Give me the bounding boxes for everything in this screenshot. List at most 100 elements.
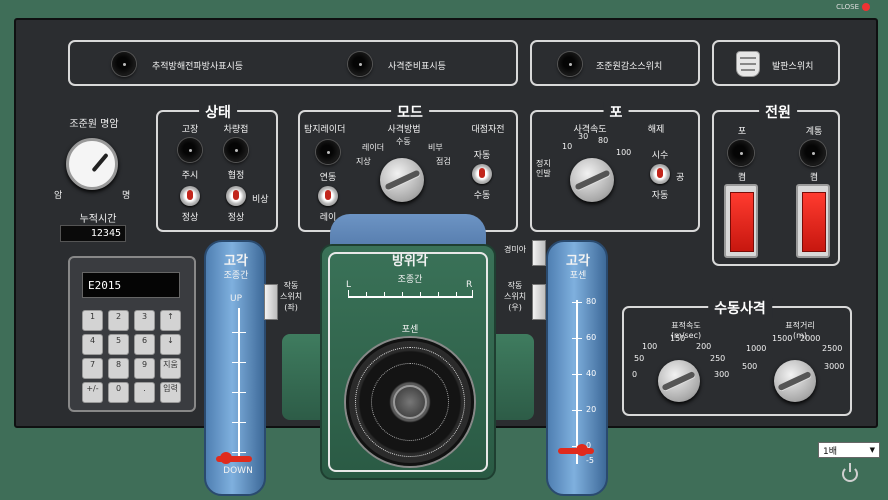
- azimuth-unit: 방위각 조종간 L R 포센: [320, 244, 496, 480]
- left-actuate-switch[interactable]: [264, 284, 278, 320]
- right-elev-knob[interactable]: [576, 444, 588, 456]
- azimuth-dial[interactable]: [346, 338, 474, 466]
- right-elev-tick-20: 20: [586, 405, 597, 414]
- keypad-display-value: E2015: [88, 279, 122, 292]
- radar-switch[interactable]: [318, 186, 338, 206]
- dist-opt-3: 2000: [800, 334, 821, 343]
- rate-opt-4: 100: [616, 148, 632, 157]
- dist-opt-5: 3000: [824, 362, 845, 371]
- close-label: CLOSE: [836, 3, 859, 11]
- key-clear[interactable]: 지움: [160, 358, 181, 379]
- fire-ready-lamp: [348, 52, 372, 76]
- speed-opt-5: 250: [710, 354, 726, 363]
- hours-display: 12345: [60, 225, 126, 242]
- key-1[interactable]: 1: [82, 310, 103, 331]
- key-down[interactable]: ↓: [160, 334, 181, 355]
- status-title: 상태: [199, 102, 237, 122]
- target-dist-selector[interactable]: [774, 360, 816, 402]
- key-5[interactable]: 5: [108, 334, 129, 355]
- release-a-label: 시수: [651, 151, 669, 161]
- key-up[interactable]: ↑: [160, 310, 181, 331]
- reticle-brightness-knob[interactable]: [66, 138, 118, 190]
- rate-opt-2: 30: [578, 132, 589, 141]
- reticle-bright-label: 명: [122, 191, 131, 201]
- gun-title: 포: [603, 102, 629, 122]
- close-button[interactable]: CLOSE: [836, 2, 870, 12]
- foot-switch-label: 발판스위치: [772, 62, 814, 72]
- key-2[interactable]: 2: [108, 310, 129, 331]
- foot-switch-box: 발판스위치: [712, 40, 840, 86]
- dist-opt-1: 1000: [746, 344, 767, 353]
- right-elev-scale: [576, 300, 578, 464]
- power-b-lamp: [800, 140, 826, 166]
- power-icon[interactable]: [842, 463, 858, 482]
- fault-label: 고장: [181, 125, 199, 135]
- right-elevation-rail: 고각 포센 80 60 40 20 0 -5: [546, 240, 608, 496]
- hours-label: 누적시간: [79, 214, 117, 225]
- radar-sw-label: 연동: [319, 173, 337, 183]
- azimuth-left-label: L: [346, 280, 352, 290]
- key-7[interactable]: 7: [82, 358, 103, 379]
- speed-opt-6: 300: [714, 370, 730, 379]
- manual-title: 수동사격: [708, 298, 772, 318]
- right-actuate-switch[interactable]: [532, 284, 546, 320]
- right-elev-sub: 포센: [569, 271, 587, 281]
- right-top-switch[interactable]: [532, 240, 546, 266]
- key-4[interactable]: 4: [82, 334, 103, 355]
- power-b-label: 계통: [805, 127, 823, 137]
- zoom-select[interactable]: 1배 ▼: [818, 442, 880, 458]
- target-label: 대점자전: [471, 125, 505, 135]
- power-a-switch[interactable]: [724, 184, 758, 258]
- target-switch[interactable]: [472, 164, 492, 184]
- gun-box: 포 사격속도 10 30 80 100 정지 인발 해제 시수 공 자동: [530, 102, 700, 232]
- rate-opt-1: 10: [562, 142, 573, 151]
- fire-method-selector[interactable]: [380, 158, 424, 202]
- azimuth-title: 방위각: [392, 254, 428, 269]
- keypad-display: E2015: [82, 272, 180, 298]
- reticle-title: 조준원 명암: [69, 119, 119, 130]
- jamming-indicator-lamp: [112, 52, 136, 76]
- power-a-sub: 켬: [737, 173, 747, 183]
- key-dot[interactable]: .: [134, 382, 155, 403]
- status-switch-1-label: 정상: [181, 213, 199, 223]
- power-b-switch[interactable]: [796, 184, 830, 258]
- vehicle-sub-label: 협정: [227, 171, 245, 181]
- power-box: 전원 포 계통 켬 켬: [712, 102, 840, 266]
- key-6[interactable]: 6: [134, 334, 155, 355]
- reticle-dim-label: 암: [54, 191, 63, 201]
- key-0[interactable]: 0: [108, 382, 129, 403]
- left-actuate-label: 작동 스위치 (좌): [280, 281, 303, 312]
- speed-opt-0: 0: [632, 370, 638, 379]
- key-3[interactable]: 3: [134, 310, 155, 331]
- speed-opt-1: 50: [634, 354, 645, 363]
- left-elev-knob[interactable]: [220, 452, 232, 464]
- speed-opt-3: 150: [670, 334, 686, 343]
- key-sign[interactable]: +/-: [82, 382, 103, 403]
- fire-method-opt-5: 점검: [436, 157, 451, 166]
- reticle-reduce-switch[interactable]: [558, 52, 582, 76]
- left-elev-up: UP: [230, 294, 243, 304]
- fire-method-opt-1: 레이더: [362, 143, 385, 152]
- power-a-lamp: [728, 140, 754, 166]
- release-label: 해제: [647, 125, 665, 135]
- key-8[interactable]: 8: [108, 358, 129, 379]
- status-switch-2[interactable]: [226, 186, 246, 206]
- key-9[interactable]: 9: [134, 358, 155, 379]
- target-auto-label: 자동: [473, 151, 491, 161]
- fire-method-opt-3: 수동: [396, 137, 411, 146]
- target-speed-selector[interactable]: [658, 360, 700, 402]
- right-elev-tick-60: 60: [586, 333, 597, 342]
- key-enter[interactable]: 입력: [160, 382, 181, 403]
- power-title: 전원: [759, 102, 797, 122]
- right-top-switch-label: 경미아: [504, 245, 527, 254]
- fire-rate-selector[interactable]: [570, 158, 614, 202]
- release-switch[interactable]: [650, 164, 670, 184]
- target-manual-label: 수동: [473, 191, 491, 201]
- foot-pedal-icon[interactable]: [736, 51, 760, 77]
- zoom-value: 1배: [823, 446, 838, 457]
- status-switch-1[interactable]: [180, 186, 200, 206]
- hours-value: 12345: [90, 228, 121, 239]
- speed-opt-4: 200: [696, 342, 712, 351]
- fault-lamp: [178, 138, 202, 162]
- fault-sub-label: 주시: [181, 171, 199, 181]
